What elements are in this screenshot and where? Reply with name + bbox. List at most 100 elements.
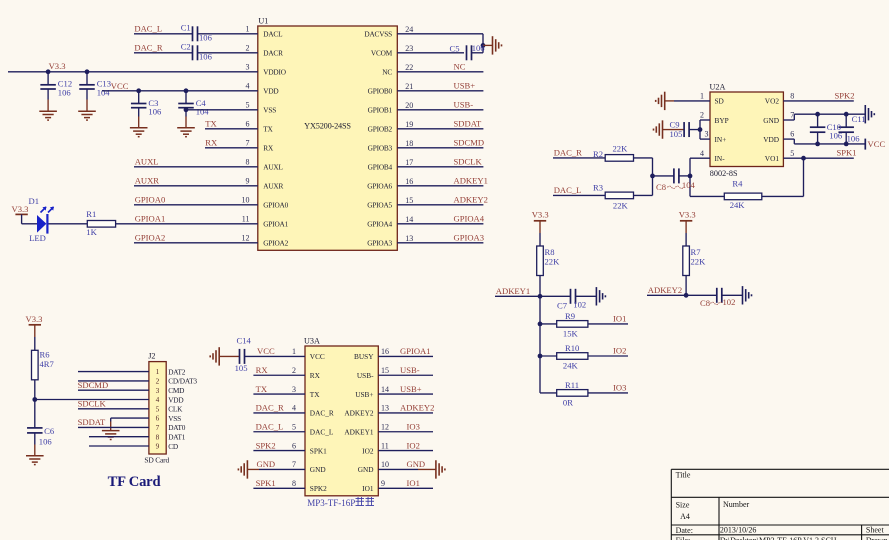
svg-text:GPIOA3: GPIOA3 bbox=[367, 239, 392, 248]
svg-text:V3.3: V3.3 bbox=[26, 314, 43, 324]
svg-text:5: 5 bbox=[156, 404, 160, 413]
svg-text:U3A: U3A bbox=[304, 336, 320, 345]
svg-text:2: 2 bbox=[156, 377, 160, 386]
svg-text:R11: R11 bbox=[565, 380, 579, 390]
svg-text:VDD: VDD bbox=[263, 87, 278, 96]
svg-text:13: 13 bbox=[381, 404, 389, 413]
svg-text:102: 102 bbox=[723, 297, 736, 307]
svg-text:TX: TX bbox=[310, 390, 320, 399]
svg-text:16: 16 bbox=[381, 347, 389, 356]
svg-text:RX: RX bbox=[310, 371, 321, 380]
svg-text:1: 1 bbox=[246, 25, 250, 34]
svg-text:105: 105 bbox=[670, 129, 683, 139]
svg-text:GPIOA1: GPIOA1 bbox=[135, 214, 166, 224]
svg-text:24K: 24K bbox=[563, 361, 579, 371]
svg-text:1: 1 bbox=[700, 92, 704, 101]
svg-text:C8: C8 bbox=[700, 298, 710, 308]
svg-text:102: 102 bbox=[573, 300, 586, 310]
svg-text:106: 106 bbox=[58, 87, 72, 97]
svg-text:14: 14 bbox=[405, 215, 413, 224]
svg-text:ADKEY2: ADKEY2 bbox=[454, 195, 488, 205]
svg-text:VCOM: VCOM bbox=[371, 49, 393, 58]
svg-text:8: 8 bbox=[156, 432, 160, 441]
svg-text:GND: GND bbox=[358, 465, 374, 474]
svg-text:VSS: VSS bbox=[263, 106, 276, 115]
svg-text:U2A: U2A bbox=[710, 83, 726, 92]
svg-text:ADKEY2: ADKEY2 bbox=[648, 285, 682, 295]
svg-text:24: 24 bbox=[405, 25, 413, 34]
svg-text:DAC_L: DAC_L bbox=[310, 428, 334, 437]
svg-text:2: 2 bbox=[292, 366, 296, 375]
svg-text:2: 2 bbox=[700, 111, 704, 120]
svg-text:16: 16 bbox=[405, 177, 413, 186]
svg-text:IO1: IO1 bbox=[362, 484, 374, 493]
svg-text:SPK2: SPK2 bbox=[835, 90, 855, 100]
svg-text:A4: A4 bbox=[680, 512, 690, 521]
svg-text:15: 15 bbox=[405, 196, 413, 205]
svg-text:DAT2: DAT2 bbox=[168, 367, 186, 376]
svg-text:106: 106 bbox=[847, 133, 861, 143]
svg-text:15K: 15K bbox=[563, 329, 579, 339]
svg-text:VSS: VSS bbox=[168, 414, 181, 423]
svg-text:9: 9 bbox=[246, 177, 250, 186]
svg-text:R8: R8 bbox=[545, 247, 555, 257]
svg-text:C2: C2 bbox=[181, 41, 191, 51]
svg-text:IO3: IO3 bbox=[613, 383, 626, 393]
svg-text:DAT0: DAT0 bbox=[168, 423, 186, 432]
svg-text:Sheet: Sheet bbox=[866, 526, 885, 535]
svg-text:C5: C5 bbox=[450, 43, 460, 53]
svg-text:R2: R2 bbox=[593, 149, 603, 159]
svg-text:USB+: USB+ bbox=[400, 384, 422, 394]
svg-text:TF Card: TF Card bbox=[108, 474, 161, 490]
svg-text:DAC_R: DAC_R bbox=[554, 148, 582, 158]
svg-text:22K: 22K bbox=[613, 144, 629, 154]
svg-text:22: 22 bbox=[405, 63, 413, 72]
svg-text:GND: GND bbox=[310, 465, 326, 474]
svg-text:SPK1: SPK1 bbox=[837, 148, 857, 158]
svg-text:7: 7 bbox=[292, 460, 296, 469]
svg-text:CMD: CMD bbox=[168, 386, 184, 395]
svg-text:4: 4 bbox=[246, 82, 250, 91]
svg-text:USB+: USB+ bbox=[454, 81, 476, 91]
svg-text:VCC: VCC bbox=[310, 352, 325, 361]
svg-text:CD/DAT3: CD/DAT3 bbox=[168, 377, 197, 386]
svg-text:SPK1: SPK1 bbox=[310, 446, 327, 455]
svg-text:10: 10 bbox=[381, 460, 389, 469]
svg-text:1: 1 bbox=[292, 347, 296, 356]
svg-text:4: 4 bbox=[700, 149, 704, 158]
svg-text:9: 9 bbox=[156, 442, 160, 451]
svg-text:C9: C9 bbox=[670, 119, 680, 129]
svg-text:GND: GND bbox=[407, 459, 426, 469]
svg-text:11: 11 bbox=[242, 215, 250, 224]
svg-text:19: 19 bbox=[405, 120, 413, 129]
svg-text:4R7: 4R7 bbox=[40, 359, 55, 369]
svg-text:SDCLK: SDCLK bbox=[78, 399, 107, 409]
svg-text:22K: 22K bbox=[691, 256, 707, 266]
svg-text:VCC: VCC bbox=[868, 139, 886, 149]
svg-text:14: 14 bbox=[381, 385, 389, 394]
svg-text:CLK: CLK bbox=[168, 405, 183, 414]
svg-text:4: 4 bbox=[292, 404, 296, 413]
svg-text:106: 106 bbox=[148, 107, 162, 117]
svg-text:RX: RX bbox=[205, 138, 218, 148]
svg-text:DAT1: DAT1 bbox=[168, 433, 186, 442]
svg-text:22K: 22K bbox=[613, 201, 629, 211]
svg-text:9: 9 bbox=[381, 479, 385, 488]
svg-text:12: 12 bbox=[381, 422, 389, 431]
svg-text:5: 5 bbox=[246, 101, 250, 110]
svg-text:106: 106 bbox=[39, 437, 53, 447]
svg-text:USB+: USB+ bbox=[355, 390, 373, 399]
svg-text:Title: Title bbox=[676, 471, 691, 480]
svg-text:BUSY: BUSY bbox=[354, 352, 374, 361]
svg-text:1K: 1K bbox=[86, 227, 97, 237]
svg-text:YX5200-24SS: YX5200-24SS bbox=[304, 122, 351, 131]
svg-text:DAC_L: DAC_L bbox=[134, 24, 162, 34]
svg-text:DAC_L: DAC_L bbox=[256, 422, 284, 432]
svg-text:GPIOA2: GPIOA2 bbox=[263, 239, 288, 248]
svg-text:VCC: VCC bbox=[257, 346, 275, 356]
svg-text:17: 17 bbox=[405, 158, 413, 167]
svg-text:DAC_R: DAC_R bbox=[310, 409, 334, 418]
svg-text:USB-: USB- bbox=[454, 100, 474, 110]
svg-text:SPK2: SPK2 bbox=[256, 440, 276, 450]
svg-text:SPK1: SPK1 bbox=[256, 478, 276, 488]
